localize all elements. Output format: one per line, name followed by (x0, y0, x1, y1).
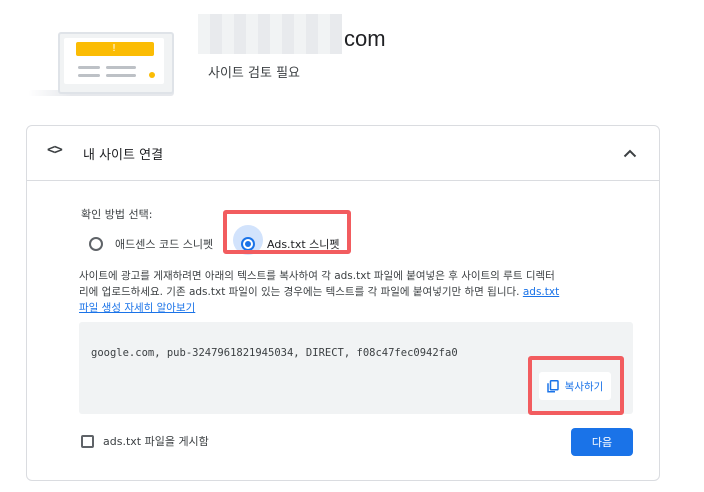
domain-suffix: com (344, 26, 386, 51)
warning-icon: ! (111, 43, 116, 54)
chevron-up-icon[interactable] (619, 142, 641, 164)
radio-option-adsense-snippet[interactable]: 애드센스 코드 스니펫 (89, 232, 213, 256)
description-line-1: 사이트에 광고를 게재하려면 아래의 텍스트를 복사하여 각 ads.txt 파… (79, 270, 555, 282)
code-snippet[interactable]: google.com, pub-3247961821945034, DIRECT… (91, 347, 458, 359)
publish-ads-txt-checkbox[interactable] (81, 434, 94, 448)
highlight-box-ads-txt-option (223, 210, 351, 254)
card-header[interactable]: <> 내 사이트 연결 (27, 126, 659, 181)
highlight-box-copy-button (528, 356, 624, 415)
adsense-snippet-radio[interactable] (89, 237, 103, 251)
ads-txt-link[interactable]: ads.txt (523, 286, 559, 298)
review-status: 사이트 검토 필요 (208, 66, 300, 81)
site-review-illustration: ! (28, 26, 174, 96)
description-line-2: 리에 업로드하세요. 기존 ads.txt 파일이 있는 경우에는 텍스트를 각… (79, 286, 520, 298)
card-title: 내 사이트 연결 (83, 148, 164, 163)
domain-name-redacted (198, 14, 342, 54)
adsense-snippet-label: 애드센스 코드 스니펫 (115, 238, 214, 251)
method-label: 확인 방법 선택: (81, 208, 153, 221)
connect-site-card: <> 내 사이트 연결 확인 방법 선택: 애드센스 코드 스니펫 Ads.tx… (26, 125, 660, 481)
publish-ads-txt-row[interactable]: ads.txt 파일을 게시함 (81, 432, 209, 450)
description-text: 사이트에 광고를 게재하려면 아래의 텍스트를 복사하여 각 ads.txt 파… (79, 268, 619, 300)
publish-ads-txt-label: ads.txt 파일을 게시함 (103, 435, 209, 448)
next-button[interactable]: 다음 (571, 428, 633, 456)
code-icon: <> (47, 142, 63, 158)
learn-more-link[interactable]: 파일 생성 자세히 알아보기 (79, 300, 195, 316)
page: ! com 사이트 검토 필요 <> 내 사이트 연결 확인 방법 선택: 애드… (0, 0, 704, 492)
